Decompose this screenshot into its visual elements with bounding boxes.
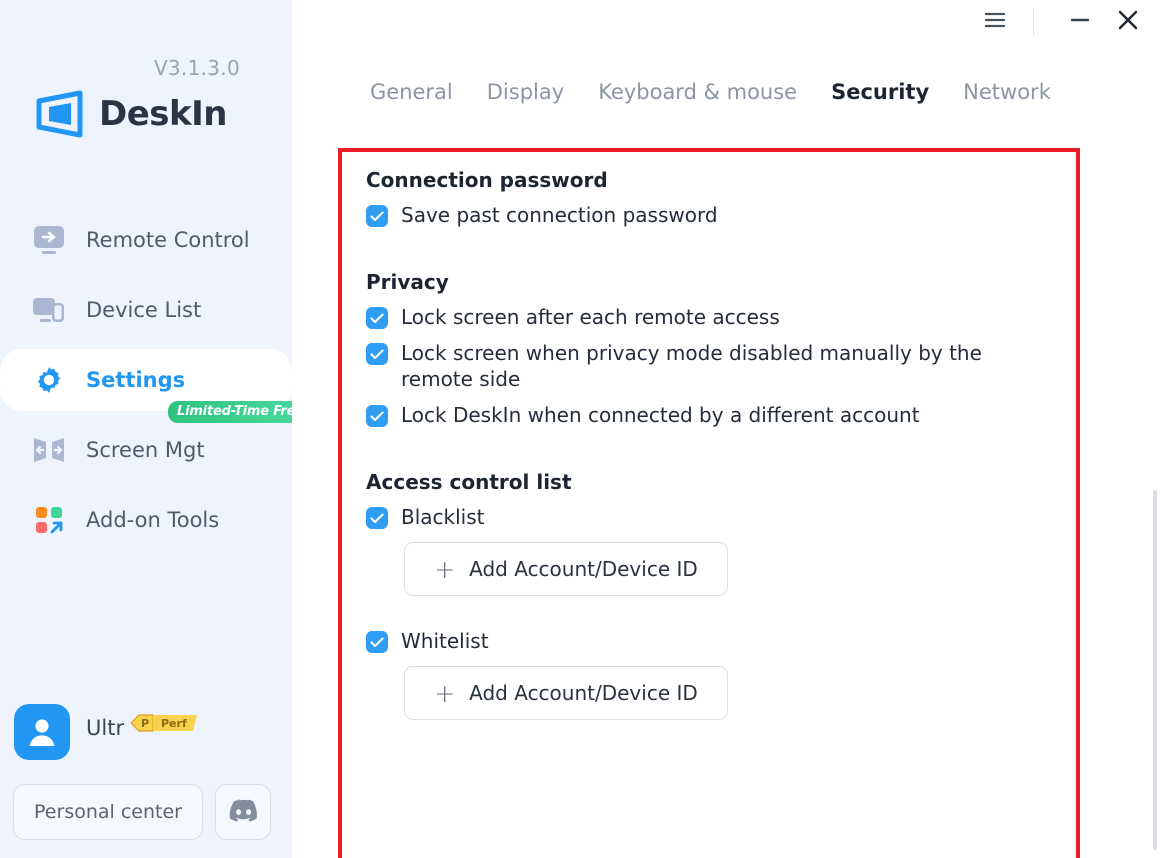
section-title-privacy: Privacy (366, 270, 449, 294)
security-settings-panel: Connection password Save past connection… (342, 152, 1076, 858)
section-title-connection-password: Connection password (366, 168, 608, 192)
sidebar-item-screen-mgt[interactable]: Limited-Time Free Screen Mgt (0, 401, 313, 485)
checkbox-row-whitelist[interactable]: Whitelist (366, 628, 1054, 654)
checkbox-label: Lock screen after each remote access (401, 305, 780, 329)
sidebar-item-label: Add-on Tools (86, 508, 220, 532)
close-icon (1115, 9, 1141, 35)
add-button-label: Add Account/Device ID (469, 557, 698, 581)
plus-icon: + (434, 678, 456, 708)
checkbox-label: Whitelist (401, 629, 489, 653)
sidebar-item-label: Screen Mgt (86, 438, 205, 462)
checkbox-row-save-past-connection-password[interactable]: Save past connection password (366, 202, 1054, 228)
checkbox-checked-icon[interactable] (366, 405, 388, 427)
brand-name: DeskIn (99, 94, 228, 134)
app-version: V3.1.3.0 (153, 56, 240, 80)
gear-icon (28, 360, 70, 400)
user-name: Ultr (86, 716, 125, 740)
minimize-button[interactable] (1056, 2, 1104, 42)
checkbox-row-lock-screen-privacy-mode-disabled[interactable]: Lock screen when privacy mode disabled m… (366, 340, 1054, 392)
sidebar-bottom-actions: Personal center (13, 784, 271, 840)
checkbox-checked-icon[interactable] (366, 205, 388, 227)
brand: DeskIn (33, 88, 228, 140)
titlebar (292, 0, 1160, 44)
sidebar-nav: Remote Control Device List Settings Limi… (0, 205, 313, 555)
titlebar-divider (1033, 8, 1034, 36)
sidebar-item-device-list[interactable]: Device List (0, 275, 292, 345)
checkbox-checked-icon[interactable] (366, 343, 388, 365)
checkbox-label: Save past connection password (401, 203, 718, 227)
discord-icon (228, 798, 258, 826)
checkbox-row-lock-deskin-different-account[interactable]: Lock DeskIn when connected by a differen… (366, 402, 1054, 428)
tab-general[interactable]: General (370, 80, 453, 104)
settings-tabs: General Display Keyboard & mouse Securit… (370, 80, 1051, 104)
tab-security[interactable]: Security (831, 80, 929, 104)
minimize-icon (1067, 9, 1093, 35)
sidebar: V3.1.3.0 DeskIn Remote Control Device Li… (0, 0, 313, 858)
checkbox-row-blacklist[interactable]: Blacklist (366, 504, 1054, 530)
sidebar-item-label: Remote Control (86, 228, 250, 252)
plus-icon: + (434, 554, 456, 584)
svg-text:Perf: Perf (161, 717, 187, 730)
menu-button[interactable] (971, 2, 1019, 42)
checkbox-checked-icon[interactable] (366, 307, 388, 329)
app-window: V3.1.3.0 DeskIn Remote Control Device Li… (0, 0, 1160, 858)
user-profile[interactable]: Ultr P Perf (14, 704, 201, 760)
checkbox-checked-icon[interactable] (366, 631, 388, 653)
screen-expand-icon (28, 430, 70, 470)
section-title-access-control-list: Access control list (366, 470, 572, 494)
add-button-label: Add Account/Device ID (469, 681, 698, 705)
close-button[interactable] (1104, 2, 1152, 42)
monitor-arrow-icon (28, 220, 70, 260)
sidebar-item-remote-control[interactable]: Remote Control (0, 205, 292, 275)
main-area: General Display Keyboard & mouse Securit… (292, 0, 1160, 858)
deskin-logo-icon (33, 88, 87, 140)
avatar (14, 704, 70, 760)
grid-arrow-icon (28, 500, 70, 540)
checkbox-row-lock-screen-after-remote-access[interactable]: Lock screen after each remote access (366, 304, 1054, 330)
tab-keyboard-mouse[interactable]: Keyboard & mouse (598, 80, 797, 104)
devices-icon (28, 290, 70, 330)
sidebar-item-label: Device List (86, 298, 202, 322)
sidebar-item-add-on-tools[interactable]: Add-on Tools (0, 485, 292, 555)
tab-network[interactable]: Network (963, 80, 1051, 104)
discord-button[interactable] (215, 784, 271, 840)
add-account-device-id-button-blacklist[interactable]: + Add Account/Device ID (404, 542, 728, 596)
sidebar-item-label: Settings (86, 368, 186, 392)
tab-display[interactable]: Display (487, 80, 564, 104)
add-account-device-id-button-whitelist[interactable]: + Add Account/Device ID (404, 666, 728, 720)
checkbox-label: Lock screen when privacy mode disabled m… (401, 341, 982, 391)
status-badge: P Perf (129, 711, 201, 739)
svg-text:P: P (141, 717, 149, 730)
checkbox-checked-icon[interactable] (366, 507, 388, 529)
checkbox-label: Blacklist (401, 505, 485, 529)
vertical-scrollbar[interactable] (1153, 490, 1157, 850)
checkbox-label: Lock DeskIn when connected by a differen… (401, 403, 920, 427)
personal-center-button[interactable]: Personal center (13, 784, 203, 840)
hamburger-menu-icon (982, 9, 1008, 35)
